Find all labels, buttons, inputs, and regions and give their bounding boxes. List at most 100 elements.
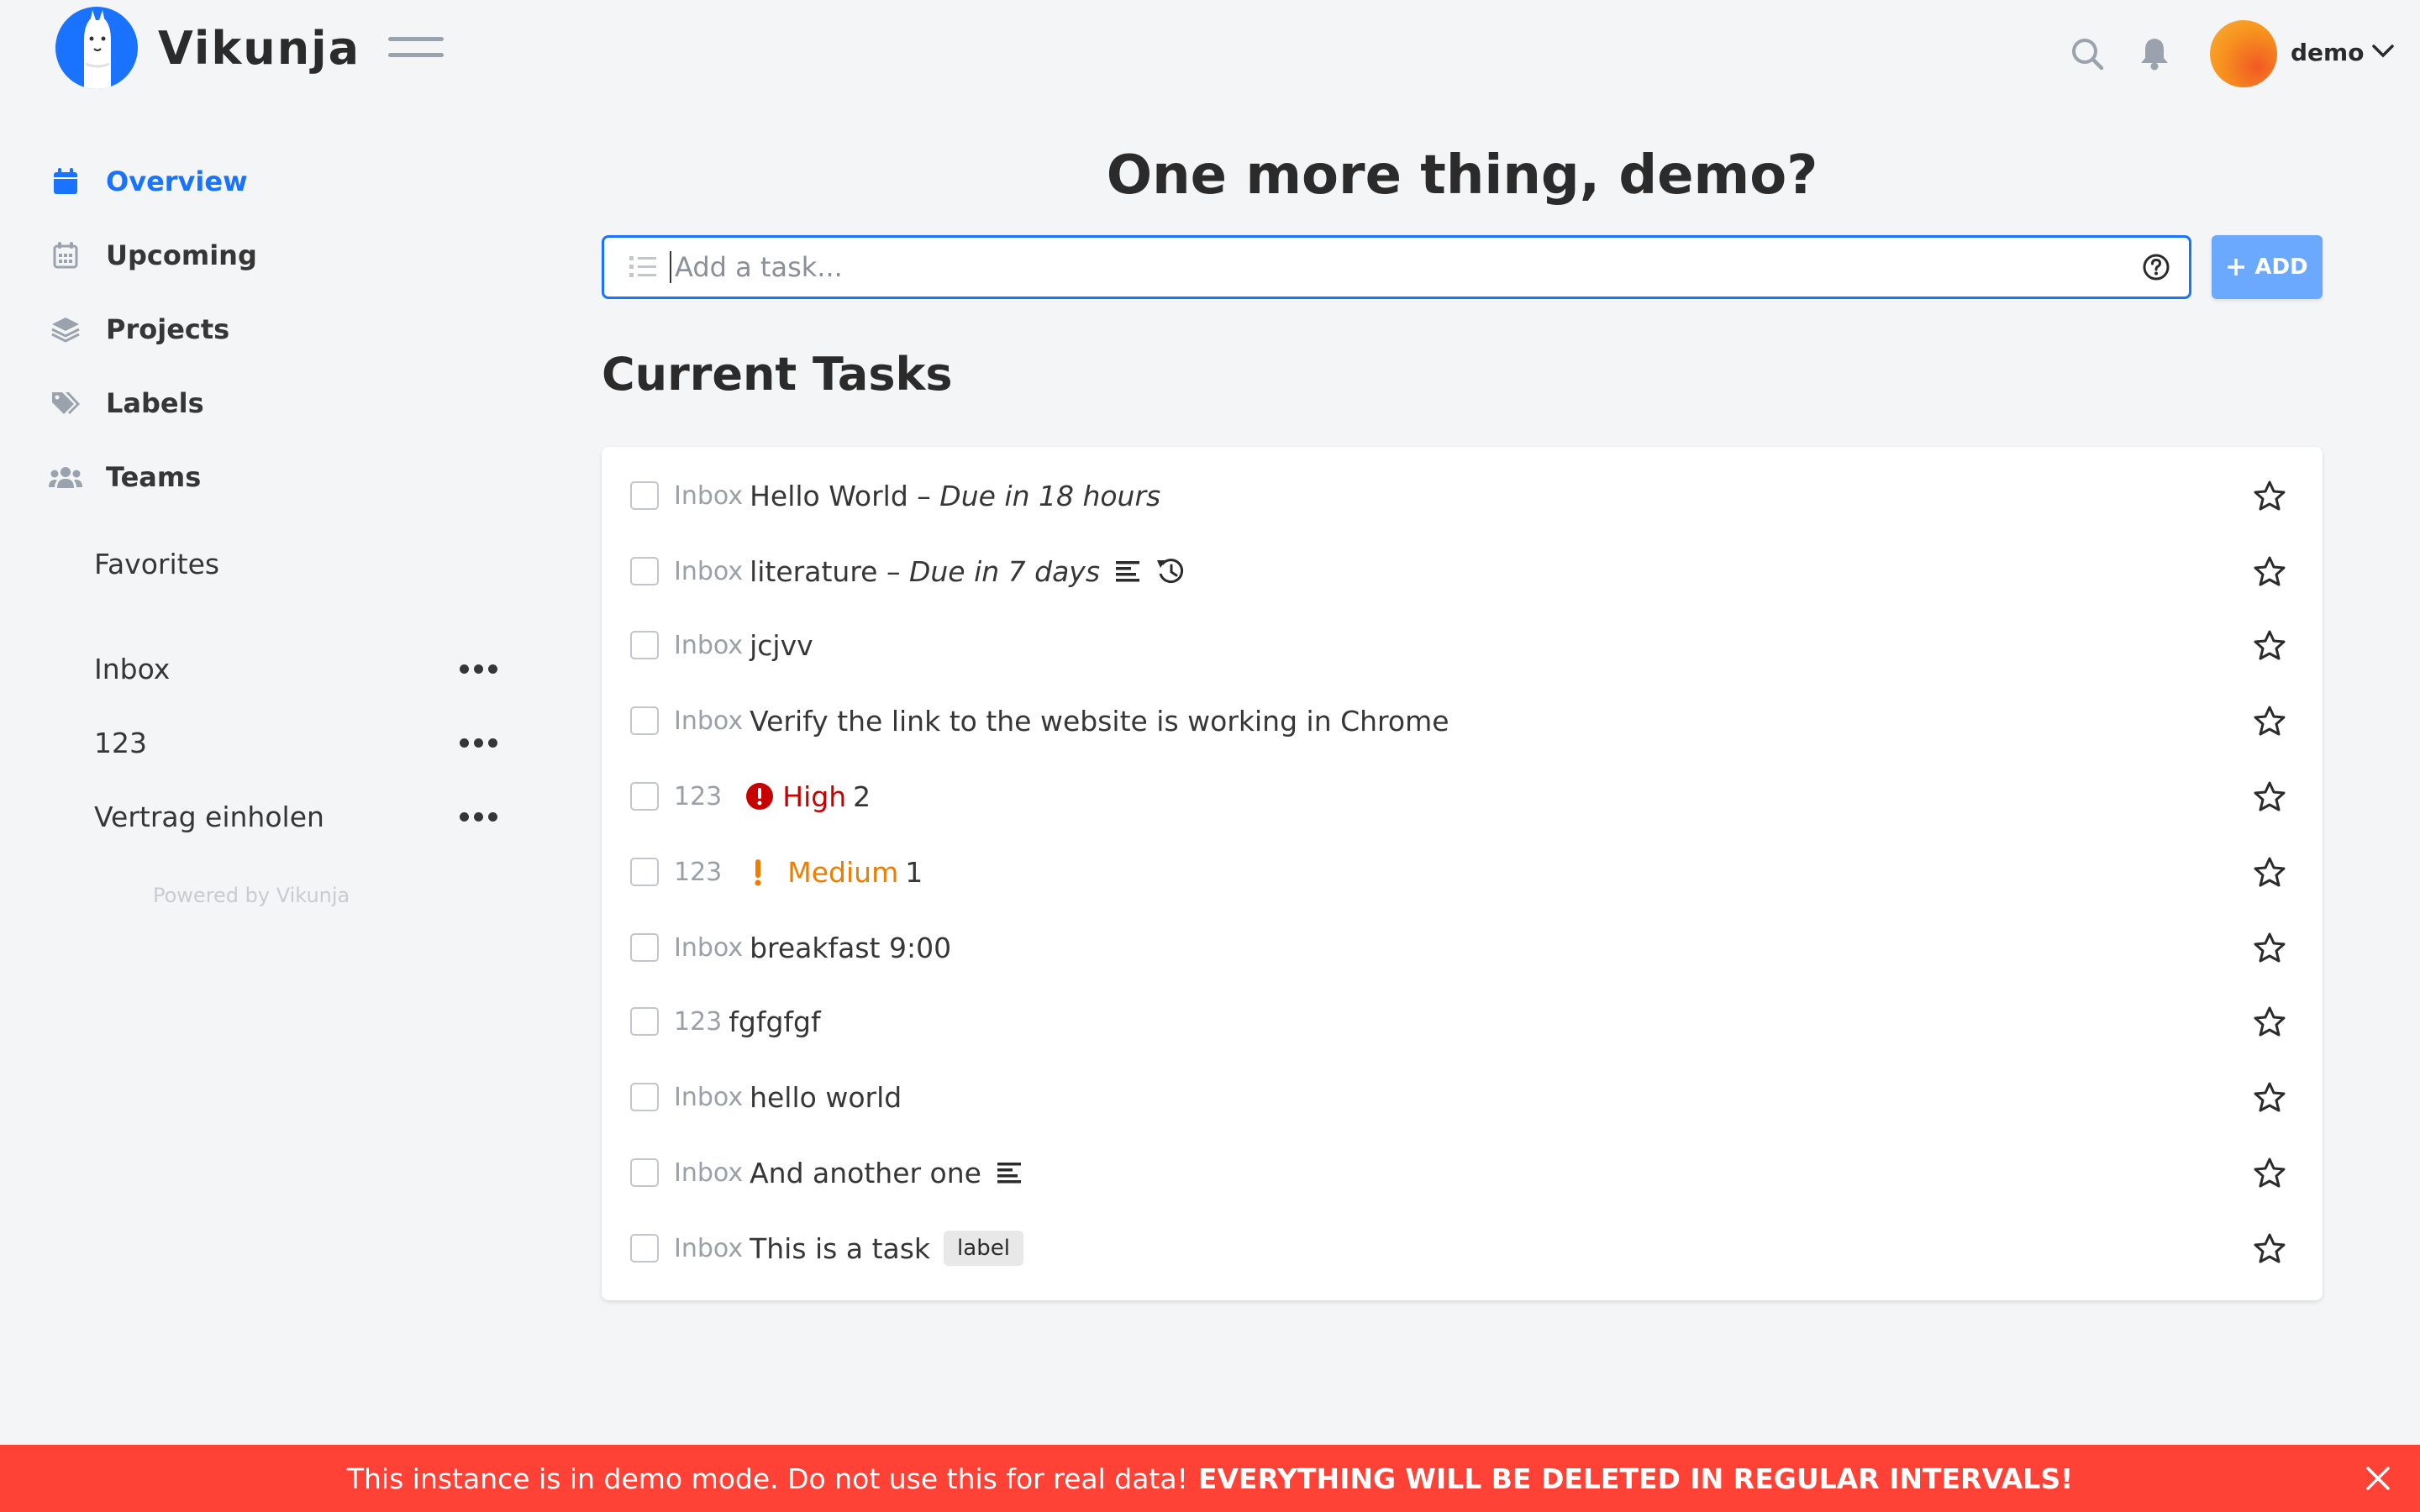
- llama-logo-icon: [55, 7, 138, 89]
- task-row[interactable]: Inbox Verify the link to the website is …: [602, 689, 2323, 753]
- task-project[interactable]: Inbox: [674, 557, 743, 586]
- bell-icon[interactable]: [2129, 29, 2180, 79]
- task-row[interactable]: Inbox Hello World – Due in 18 hours: [602, 464, 2323, 528]
- task-checkbox[interactable]: [630, 1083, 659, 1111]
- page-title: One more thing, demo?: [1106, 144, 1818, 207]
- task-checkbox[interactable]: [630, 933, 659, 962]
- description-icon: [1115, 559, 1140, 583]
- sidebar-item-teams[interactable]: Teams: [49, 440, 257, 514]
- tags-icon: [49, 386, 82, 420]
- task-row[interactable]: Inbox hello world: [602, 1065, 2323, 1129]
- task-checkbox[interactable]: [630, 706, 659, 735]
- star-icon[interactable]: [2254, 1082, 2286, 1112]
- favorites-heading[interactable]: Favorites: [94, 548, 219, 580]
- sidebar-item-labels[interactable]: Labels: [49, 366, 257, 440]
- task-project[interactable]: Inbox: [674, 706, 743, 736]
- task-project[interactable]: Inbox: [674, 933, 743, 963]
- task-row[interactable]: Inbox This is a task label: [602, 1216, 2323, 1280]
- task-row[interactable]: 123 High 2: [602, 764, 2323, 828]
- sidebar-project-123[interactable]: 123: [94, 717, 497, 768]
- task-title[interactable]: This is a task: [750, 1232, 930, 1265]
- task-title[interactable]: hello world: [750, 1081, 902, 1114]
- add-task-button[interactable]: ADD: [2212, 235, 2323, 299]
- sidebar-item-label: Labels: [106, 387, 204, 419]
- add-task-field: [602, 235, 2191, 299]
- sidebar-project-inbox[interactable]: Inbox: [94, 643, 497, 694]
- task-row[interactable]: Inbox literature – Due in 7 days: [602, 539, 2323, 603]
- more-options-icon[interactable]: [460, 811, 497, 822]
- task-row[interactable]: Inbox And another one: [602, 1141, 2323, 1205]
- task-checkbox[interactable]: [630, 481, 659, 510]
- star-icon[interactable]: [2254, 932, 2286, 963]
- star-icon[interactable]: [2254, 630, 2286, 660]
- project-name: Vertrag einholen: [94, 800, 324, 833]
- chevron-down-icon[interactable]: [2371, 44, 2395, 59]
- task-project[interactable]: 123: [674, 782, 722, 811]
- sidebar-item-upcoming[interactable]: Upcoming: [49, 218, 257, 292]
- task-project[interactable]: Inbox: [674, 1158, 743, 1188]
- priority-medium-icon: [754, 858, 762, 886]
- task-checkbox[interactable]: [630, 858, 659, 886]
- sidebar-nav: Overview Upcoming Projects Labels Teams: [49, 144, 257, 514]
- username[interactable]: demo: [2291, 39, 2364, 66]
- help-icon[interactable]: [2142, 253, 2170, 281]
- app-logo[interactable]: Vikunja: [55, 7, 360, 89]
- sidebar-project-vertrag-einholen[interactable]: Vertrag einholen: [94, 791, 497, 842]
- star-icon[interactable]: [2254, 857, 2286, 887]
- sidebar-item-overview[interactable]: Overview: [49, 144, 257, 218]
- star-icon[interactable]: [2254, 706, 2286, 736]
- star-icon[interactable]: [2254, 781, 2286, 811]
- task-title[interactable]: literature: [750, 555, 877, 588]
- task-checkbox[interactable]: [630, 557, 659, 585]
- task-checkbox[interactable]: [630, 1234, 659, 1263]
- task-title[interactable]: And another one: [750, 1157, 981, 1189]
- project-name: 123: [94, 726, 147, 759]
- sidebar-item-label: Projects: [106, 313, 230, 345]
- due-separator: –: [908, 479, 940, 512]
- task-project[interactable]: 123: [674, 1007, 722, 1037]
- task-project[interactable]: Inbox: [674, 631, 743, 660]
- task-title[interactable]: 1: [905, 856, 923, 889]
- task-project[interactable]: Inbox: [674, 481, 743, 511]
- task-row[interactable]: Inbox jcjvv: [602, 613, 2323, 677]
- calendar-grid-icon: [49, 239, 82, 272]
- hamburger-icon[interactable]: [388, 37, 444, 67]
- star-icon[interactable]: [2254, 480, 2286, 511]
- star-icon[interactable]: [2254, 1233, 2286, 1263]
- task-label: label: [944, 1231, 1023, 1266]
- task-checkbox[interactable]: [630, 1007, 659, 1036]
- task-project[interactable]: Inbox: [674, 1083, 743, 1112]
- add-task-input[interactable]: [670, 251, 2142, 283]
- task-title[interactable]: fgfgfgf: [729, 1005, 820, 1038]
- task-list: Inbox Hello World – Due in 18 hours Inbo…: [602, 447, 2323, 1300]
- task-title[interactable]: jcjvv: [750, 629, 813, 662]
- more-options-icon[interactable]: [460, 738, 497, 748]
- plus-icon: [2228, 259, 2245, 276]
- task-project[interactable]: 123: [674, 858, 722, 887]
- task-checkbox[interactable]: [630, 1158, 659, 1187]
- close-icon[interactable]: [2361, 1462, 2395, 1495]
- task-title[interactable]: Hello World: [750, 480, 908, 512]
- avatar[interactable]: [2210, 20, 2277, 87]
- star-icon[interactable]: [2254, 1158, 2286, 1188]
- task-checkbox[interactable]: [630, 782, 659, 811]
- section-title: Current Tasks: [602, 348, 953, 401]
- star-icon[interactable]: [2254, 1006, 2286, 1037]
- task-checkbox[interactable]: [630, 631, 659, 659]
- task-title[interactable]: 2: [853, 780, 871, 813]
- banner-emphasis: EVERYTHING WILL BE DELETED IN REGULAR IN…: [1197, 1462, 2074, 1495]
- sidebar-item-projects[interactable]: Projects: [49, 292, 257, 366]
- sidebar-item-label: Overview: [106, 165, 248, 197]
- sidebar-item-label: Upcoming: [106, 239, 257, 271]
- star-icon[interactable]: [2254, 556, 2286, 586]
- task-title[interactable]: Verify the link to the website is workin…: [750, 705, 1449, 738]
- powered-by-link[interactable]: Powered by Vikunja: [153, 884, 350, 907]
- due-separator: –: [877, 554, 909, 588]
- task-project[interactable]: Inbox: [674, 1234, 743, 1263]
- task-row[interactable]: 123 Medium 1: [602, 840, 2323, 904]
- more-options-icon[interactable]: [460, 664, 497, 674]
- search-icon[interactable]: [2062, 29, 2112, 79]
- task-title[interactable]: breakfast 9:00: [750, 932, 951, 964]
- task-row[interactable]: Inbox breakfast 9:00: [602, 916, 2323, 979]
- task-row[interactable]: 123 fgfgfgf: [602, 990, 2323, 1053]
